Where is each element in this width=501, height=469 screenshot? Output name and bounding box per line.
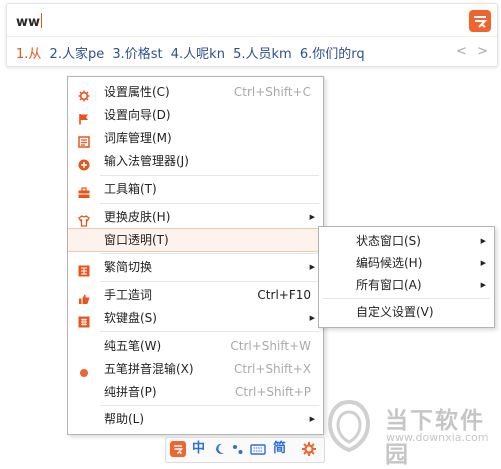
- menu-item-wubi-pinyin[interactable]: 五笔拼音混输(X) Ctrl+Shift+X: [68, 357, 323, 381]
- submenu-arrow-icon: ▶: [480, 281, 486, 289]
- transparency-submenu: 状态窗口(S) ▶ 编码候选(H) ▶ 所有窗口(A) ▶ 自定义设置(V): [318, 226, 495, 328]
- composition-text: ww: [16, 13, 43, 30]
- candidate-divider: [7, 36, 497, 37]
- text-caret: [41, 13, 43, 28]
- menu-item-label: 纯五笔(W): [104, 339, 162, 353]
- submenu-item-all-windows[interactable]: 所有窗口(A) ▶: [319, 273, 494, 297]
- menu-item-label: 所有窗口(A): [356, 278, 422, 292]
- menu-item-change-skin[interactable]: 更换皮肤(H) ▶: [68, 205, 323, 229]
- radio-dot-icon: [78, 363, 90, 377]
- candidate-item[interactable]: 6.你们的rq: [300, 43, 365, 62]
- candidate-window: ww 1.从 2.人家pe 3.价格st 4.人呢kn 5.人员km 6.你们的…: [6, 3, 498, 67]
- menu-item-label: 设置向导(D): [104, 108, 171, 122]
- submenu-arrow-icon: ▶: [480, 237, 486, 245]
- menu-item-label: 软键盘(S): [104, 311, 157, 325]
- menu-separator: [100, 331, 319, 332]
- half-width-moon-icon[interactable]: [213, 441, 227, 457]
- menu-separator: [323, 298, 490, 299]
- menu-item-settings[interactable]: 设置属性(C) Ctrl+Shift+C: [68, 80, 323, 104]
- submenu-arrow-icon: ▶: [309, 263, 315, 271]
- menu-item-soft-keyboard[interactable]: 软键盘(S) ▶: [68, 306, 323, 330]
- prev-page-button[interactable]: <: [456, 44, 467, 59]
- next-page-button[interactable]: >: [477, 44, 488, 59]
- menu-item-label: 窗口透明(T): [104, 233, 169, 247]
- candidate-item[interactable]: 3.价格st: [112, 43, 162, 62]
- traditional-simplified-icon: [78, 261, 90, 277]
- candidate-item[interactable]: 1.从: [16, 43, 41, 62]
- menu-item-label: 工具箱(T): [104, 182, 157, 196]
- menu-item-label: 五笔拼音混输(X): [104, 362, 194, 376]
- submenu-arrow-icon: ▶: [309, 415, 315, 423]
- menu-item-help[interactable]: 帮助(L) ▶: [68, 407, 323, 431]
- ime-status-bar: 中 简: [165, 437, 325, 463]
- menu-item-shortcut: Ctrl+Shift+W: [230, 339, 311, 353]
- menu-item-wizard[interactable]: 设置向导(D): [68, 103, 323, 127]
- menu-item-shortcut: Ctrl+Shift+C: [233, 85, 311, 99]
- submenu-arrow-icon: ▶: [309, 213, 315, 221]
- menu-item-label: 设置属性(C): [104, 85, 170, 99]
- menu-item-label: 词库管理(M): [104, 131, 172, 145]
- chinese-mode-toggle[interactable]: 中: [192, 441, 205, 457]
- toolbox-icon: [78, 183, 90, 198]
- submenu-arrow-icon: ▶: [309, 314, 315, 322]
- menu-item-shortcut: Ctrl+Shift+P: [235, 385, 311, 399]
- menu-item-trad-simp[interactable]: 繁简切换 ▶: [68, 255, 323, 279]
- menu-item-pure-wubi[interactable]: 纯五笔(W) Ctrl+Shift+W: [68, 334, 323, 358]
- gear-icon: [78, 86, 90, 102]
- dictionary-icon: [78, 132, 90, 148]
- candidate-item[interactable]: 2.人家pe: [50, 43, 105, 62]
- ime-logo-icon[interactable]: [170, 441, 186, 457]
- menu-item-pure-pinyin[interactable]: 纯拼音(P) Ctrl+Shift+P: [68, 380, 323, 404]
- menu-item-label: 编码候选(H): [356, 256, 423, 270]
- menu-separator: [100, 203, 319, 204]
- menu-item-label: 自定义设置(V): [356, 305, 434, 319]
- menu-item-label: 更换皮肤(H): [104, 210, 171, 224]
- menu-item-dictionary[interactable]: 词库管理(M): [68, 126, 323, 150]
- menu-item-shortcut: Ctrl+F10: [257, 288, 311, 302]
- menu-item-label: 手工造词: [104, 288, 153, 302]
- submenu-arrow-icon: ▶: [480, 259, 486, 267]
- menu-item-shortcut: Ctrl+Shift+X: [234, 362, 311, 376]
- candidate-item[interactable]: 4.人呢kn: [171, 43, 225, 62]
- menu-separator: [100, 405, 319, 406]
- watermark-url: www.downxia.com: [386, 431, 489, 444]
- menu-separator: [100, 175, 319, 176]
- menu-item-label: 状态窗口(S): [356, 234, 421, 248]
- punctuation-icon[interactable]: [231, 441, 245, 457]
- flag-icon: [78, 109, 90, 125]
- submenu-item-code-candidates[interactable]: 编码候选(H) ▶: [319, 251, 494, 275]
- menu-item-manual-word[interactable]: 手工造词 Ctrl+F10: [68, 283, 323, 307]
- menu-separator: [100, 281, 319, 282]
- context-menu: 设置属性(C) Ctrl+Shift+C 设置向导(D) 词库管理(M) 输入法…: [67, 76, 324, 435]
- candidate-list: 1.从 2.人家pe 3.价格st 4.人呢kn 5.人员km 6.你们的rq: [16, 43, 369, 62]
- gear-icon[interactable]: [301, 441, 317, 457]
- ime-logo-icon[interactable]: [469, 10, 491, 32]
- soft-keyboard-icon[interactable]: [250, 441, 266, 457]
- candidate-pager: < >: [450, 44, 488, 59]
- thumb-icon: [78, 289, 90, 304]
- ime-manager-icon: [78, 155, 90, 171]
- candidate-item[interactable]: 5.人员km: [233, 43, 292, 62]
- menu-item-ime-manager[interactable]: 输入法管理器(J): [68, 149, 323, 173]
- menu-item-toolbox[interactable]: 工具箱(T): [68, 177, 323, 201]
- menu-separator: [100, 253, 319, 254]
- soft-keyboard-icon: [78, 312, 90, 328]
- submenu-item-custom-settings[interactable]: 自定义设置(V): [319, 300, 494, 324]
- menu-item-window-transparency[interactable]: 窗口透明(T): [68, 228, 323, 252]
- watermark-logo-icon: [327, 399, 371, 453]
- simplified-toggle[interactable]: 简: [273, 441, 286, 457]
- submenu-item-status-window[interactable]: 状态窗口(S) ▶: [319, 229, 494, 253]
- menu-item-label: 输入法管理器(J): [104, 154, 189, 168]
- shirt-icon: [78, 211, 90, 227]
- menu-item-label: 帮助(L): [104, 412, 145, 426]
- menu-item-label: 繁简切换: [104, 260, 153, 274]
- menu-item-label: 纯拼音(P): [104, 385, 157, 399]
